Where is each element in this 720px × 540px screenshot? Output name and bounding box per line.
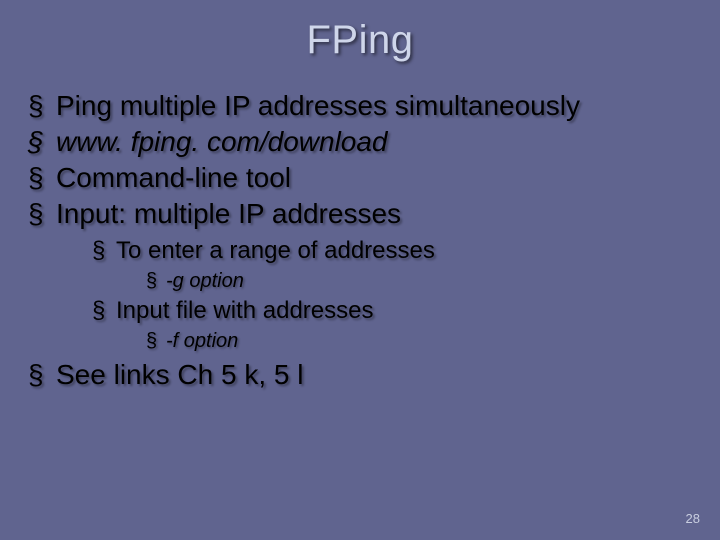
bullet-ping-multiple: Ping multiple IP addresses simultaneousl… (28, 89, 720, 125)
bullet-input-label: Input: multiple IP addresses (56, 198, 401, 229)
bullet-download-url: www. fping. com/download (28, 125, 720, 161)
page-number: 28 (686, 511, 700, 526)
sub-range-label: To enter a range of addresses (116, 237, 435, 264)
slide-title: FPing (0, 0, 720, 63)
sub-sub-list-range: -g option (116, 268, 720, 294)
bullet-list: Ping multiple IP addresses simultaneousl… (0, 89, 720, 394)
bullet-command-line: Command-line tool (28, 161, 720, 197)
sub-file: Input file with addresses -f option (92, 296, 720, 354)
sub-sub-list-file: -f option (116, 328, 720, 354)
bullet-input: Input: multiple IP addresses To enter a … (28, 197, 720, 357)
slide: FPing Ping multiple IP addresses simulta… (0, 0, 720, 540)
sub-range: To enter a range of addresses -g option (92, 236, 720, 294)
sub-file-label: Input file with addresses (116, 297, 373, 324)
bullet-see-links: See links Ch 5 k, 5 l (28, 358, 720, 394)
option-f: -f option (146, 328, 720, 354)
sub-list-input: To enter a range of addresses -g option … (56, 236, 720, 354)
option-g: -g option (146, 268, 720, 294)
